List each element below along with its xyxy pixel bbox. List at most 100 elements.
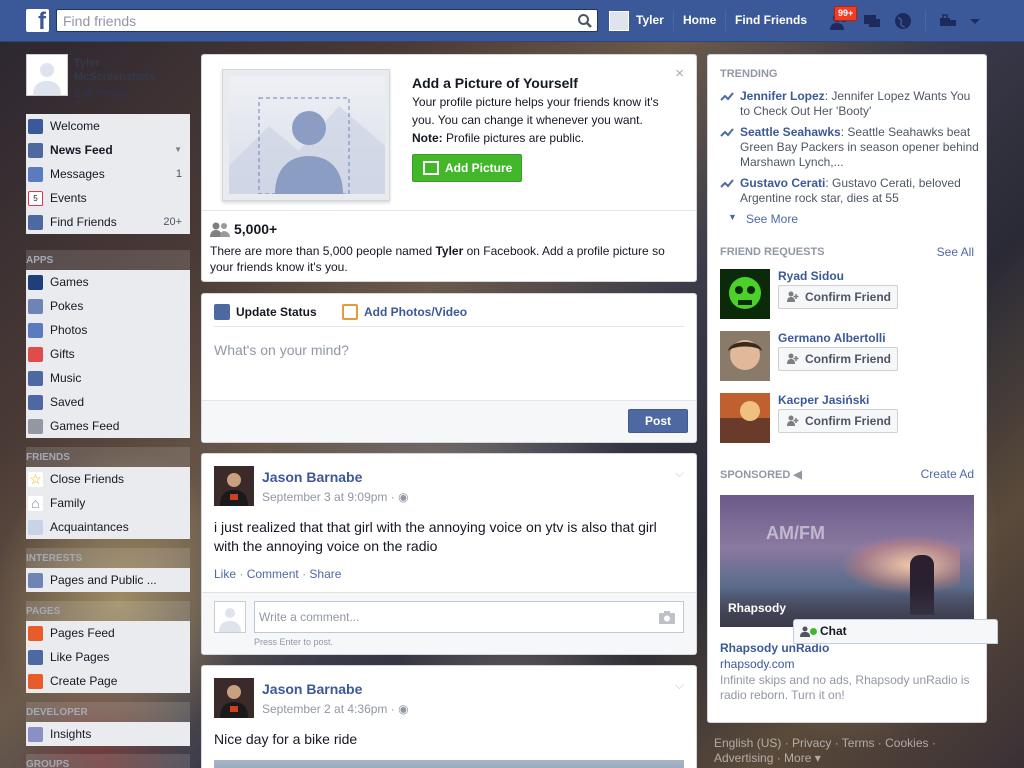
status-composer: Update Status Add Photos/Video What's on… [201, 293, 697, 443]
nav-profile-link[interactable]: Tyler [636, 13, 664, 27]
sidebar-section-header[interactable]: INTERESTS [26, 548, 190, 568]
trending-item[interactable]: Gustavo Cerati: Gustavo Cerati, beloved … [720, 176, 980, 206]
ad-image[interactable]: AM/FM Rhapsody [720, 495, 974, 627]
trending-item[interactable]: Seattle Seahawks: Seattle Seahawks beat … [720, 125, 980, 170]
search-icon[interactable] [577, 13, 593, 29]
sidebar-friends: FRIENDS ☆ Close Friends ⌂ Family Acquainta… [26, 447, 190, 539]
sidebar-item-events[interactable]: 5 Events [26, 186, 190, 210]
settings-dropdown-icon[interactable] [964, 10, 986, 32]
sidebar-item-welcome[interactable]: Welcome [26, 114, 190, 138]
star-icon: ☆ [28, 471, 43, 487]
post-author[interactable]: Jason Barnabe [262, 681, 362, 697]
sidebar-section-header[interactable]: DEVELOPER [26, 702, 190, 722]
confirm-friend-button[interactable]: Confirm Friend [778, 347, 898, 371]
author-avatar[interactable] [214, 678, 254, 718]
post-photo[interactable] [214, 760, 684, 768]
gamepad-icon [28, 419, 43, 434]
author-avatar[interactable] [214, 466, 254, 506]
sidebar-item-count: 1 [175, 168, 182, 180]
post-timestamp[interactable]: September 3 at 9:09pm · ◉ [262, 490, 409, 504]
messages-icon[interactable] [861, 10, 883, 32]
news-feed-options-chevron-icon[interactable]: ▼ [174, 138, 182, 162]
sidebar-item-find-friends[interactable]: Find Friends 20+ [26, 210, 190, 234]
post-author[interactable]: Jason Barnabe [262, 469, 362, 485]
sidebar-item-pages-public[interactable]: Pages and Public ... [26, 568, 190, 592]
notifications-globe-icon[interactable] [892, 10, 914, 32]
like-link[interactable]: Like [214, 567, 236, 581]
status-input[interactable]: What's on your mind? [214, 342, 349, 358]
camera-icon[interactable] [659, 611, 675, 624]
tab-update-status[interactable]: Update Status [214, 304, 317, 320]
sidebar-item-close-friends[interactable]: ☆ Close Friends [26, 467, 190, 491]
sidebar-item-photos[interactable]: Photos [26, 318, 190, 342]
profile-name[interactable]: Tyler McScreenshots [74, 56, 169, 84]
comment-link[interactable]: Comment [247, 567, 299, 581]
sidebar-section-header[interactable]: GROUPS [26, 754, 190, 768]
post-button[interactable]: Post [628, 409, 688, 433]
friend-request-name[interactable]: Germano Albertolli [778, 331, 886, 345]
create-ad-link[interactable]: Create Ad [921, 467, 974, 481]
sidebar-item-create-page[interactable]: Create Page [26, 669, 190, 693]
profile-picture-placeholder[interactable] [222, 69, 390, 201]
sidebar-item-like-pages[interactable]: Like Pages [26, 645, 190, 669]
comment-hint: Press Enter to post. [254, 637, 334, 647]
post-actions: Like · Comment · Share [214, 567, 342, 581]
close-icon[interactable]: × [675, 65, 684, 82]
sidebar-item-gifts[interactable]: Gifts [26, 342, 190, 366]
friend-request-avatar[interactable] [720, 393, 770, 443]
friend-request-name[interactable]: Ryad Sidou [778, 269, 844, 283]
nav-home-link[interactable]: Home [683, 13, 716, 27]
photos-icon [28, 323, 43, 338]
pages-feed-icon [28, 626, 43, 641]
post-timestamp[interactable]: September 2 at 4:36pm · ◉ [262, 702, 409, 716]
sidebar-section-header[interactable]: PAGES [26, 601, 190, 621]
confirm-friend-button[interactable]: Confirm Friend [778, 409, 898, 433]
sidebar-item-messages[interactable]: Messages 1 [26, 162, 190, 186]
post-options-chevron-icon[interactable]: ⌵ [675, 466, 684, 481]
confirm-friend-button[interactable]: Confirm Friend [778, 285, 898, 309]
privacy-shortcuts-icon[interactable] [938, 10, 960, 32]
sidebar-item-acquaintances[interactable]: Acquaintances [26, 515, 190, 539]
see-more-link[interactable]: ▼ See More [728, 212, 798, 226]
sidebar-item-pages-feed[interactable]: Pages Feed [26, 621, 190, 645]
sidebar-item-pokes[interactable]: Pokes [26, 294, 190, 318]
footer-links[interactable]: English (US) · Privacy · Terms · Cookies… [714, 736, 964, 766]
nav-avatar[interactable] [609, 11, 629, 31]
tab-add-photos[interactable]: Add Photos/Video [342, 304, 467, 320]
add-picture-button[interactable]: Add Picture [412, 154, 522, 182]
online-status-dot [810, 628, 817, 635]
add-friend-icon [787, 353, 799, 364]
sidebar-section-header[interactable]: FRIENDS [26, 447, 190, 467]
chat-bar[interactable]: Chat [793, 619, 998, 644]
nav-divider [925, 11, 926, 31]
profile-picture[interactable] [26, 54, 68, 96]
gift-icon [28, 347, 43, 362]
edit-profile-link[interactable]: Edit Profile [74, 88, 127, 100]
ad-url[interactable]: rhapsody.com [720, 657, 794, 671]
sidebar-item-news-feed[interactable]: News Feed ▼ [26, 138, 190, 162]
acquaintances-icon [28, 520, 43, 535]
sidebar-item-family[interactable]: ⌂ Family [26, 491, 190, 515]
post-options-chevron-icon[interactable]: ⌵ [675, 678, 684, 693]
trending-item[interactable]: Jennifer Lopez: Jennifer Lopez Wants You… [720, 89, 980, 119]
sidebar-item-label: Welcome [50, 119, 100, 133]
post-body: i just realized that that girl with the … [214, 519, 657, 554]
sidebar-item-insights[interactable]: Insights [26, 722, 190, 746]
share-link[interactable]: Share [309, 567, 341, 581]
sidebar-developer: DEVELOPER Insights [26, 702, 190, 746]
sidebar-item-games-feed[interactable]: Games Feed [26, 414, 190, 438]
facebook-logo-icon[interactable]: f [26, 9, 49, 32]
sidebar-item-games[interactable]: Games [26, 270, 190, 294]
comment-input[interactable]: Write a comment... [254, 601, 684, 633]
see-all-link[interactable]: See All [937, 245, 974, 259]
sidebar-item-music[interactable]: Music [26, 366, 190, 390]
sidebar-section-header[interactable]: APPS [26, 250, 190, 270]
nav-find-friends-link[interactable]: Find Friends [735, 13, 807, 27]
add-profile-picture-card: Add a Picture of Yourself Your profile p… [201, 54, 697, 282]
friend-request-name[interactable]: Kacper Jasiński [778, 393, 869, 407]
search-input[interactable] [57, 10, 567, 31]
photo-icon [342, 304, 358, 320]
sidebar-item-saved[interactable]: Saved [26, 390, 190, 414]
friend-request-avatar[interactable] [720, 269, 770, 319]
friend-request-avatar[interactable] [720, 331, 770, 381]
